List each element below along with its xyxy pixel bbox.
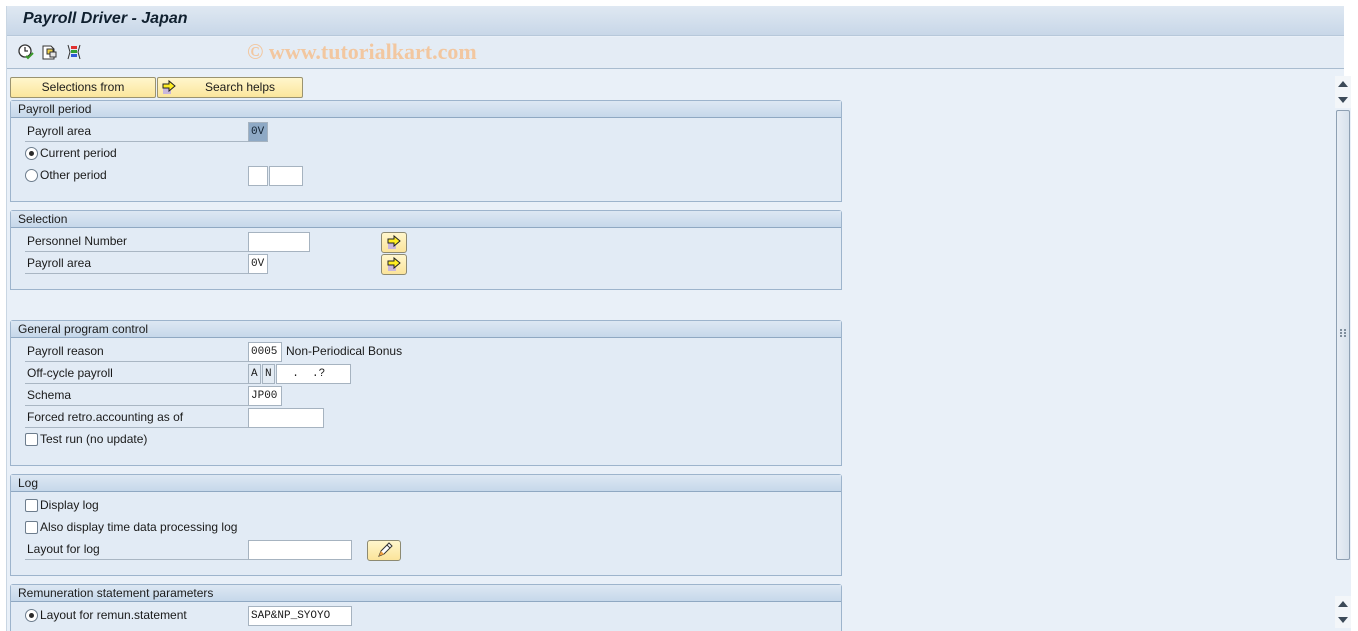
test-run-label: Test run (no update) [40, 432, 148, 446]
title-bar: Payroll Driver - Japan [7, 6, 1344, 36]
offcycle-date-field[interactable]: . .? [276, 364, 351, 384]
selection-payroll-area-row: Payroll area 0V [25, 254, 825, 275]
application-toolbar: © www.tutorialkart.com [7, 37, 1344, 69]
remun-layout-radio[interactable] [25, 609, 38, 622]
sap-window: Payroll Driver - Japan © www.tutorialkar… [6, 6, 1351, 631]
schema-row: Schema JP00 [25, 386, 825, 406]
scroll-page-up-button[interactable] [1335, 596, 1351, 612]
triangle-up-icon [1338, 81, 1348, 87]
general-program-control-title: General program control [11, 321, 841, 338]
log-title: Log [11, 475, 841, 492]
remun-layout-label: Layout for remun.statement [40, 608, 187, 622]
other-period-field-2[interactable] [269, 166, 303, 186]
edit-layout-button[interactable] [367, 540, 401, 561]
time-log-label: Also display time data processing log [40, 520, 238, 534]
search-helps-button[interactable]: Search helps [157, 77, 303, 98]
selection-options-icon[interactable] [65, 43, 83, 61]
remun-layout-field[interactable]: SAP&NP_SYOYO [248, 606, 352, 626]
execute-clock-icon[interactable] [17, 43, 35, 61]
vertical-scrollbar[interactable] [1335, 76, 1351, 631]
offcycle-row: Off-cycle payroll A N . .? [25, 364, 825, 384]
selection-title: Selection [11, 211, 841, 228]
watermark: © www.tutorialkart.com [247, 39, 477, 64]
other-period-label: Other period [40, 168, 107, 182]
personnel-number-multiple-selection-button[interactable] [381, 232, 407, 253]
grip-icon [1340, 329, 1346, 337]
payroll-reason-row: Payroll reason 0005 Non-Periodical Bonus [25, 342, 825, 362]
offcycle-label: Off-cycle payroll [25, 364, 249, 384]
log-group: Log Display log Also display time data p… [10, 474, 842, 576]
test-run-checkbox[interactable] [25, 433, 38, 446]
payroll-area-label: Payroll area [25, 122, 249, 142]
get-variant-icon[interactable] [41, 43, 59, 61]
scrollbar-thumb[interactable] [1336, 110, 1350, 560]
payroll-reason-text: Non-Periodical Bonus [286, 344, 403, 358]
window-title: Payroll Driver - Japan [23, 10, 188, 27]
search-helps-label: Search helps [204, 80, 276, 94]
remuneration-title: Remuneration statement parameters [11, 585, 841, 602]
schema-field[interactable]: JP00 [248, 386, 282, 406]
current-period-row: Current period [25, 144, 325, 164]
triangle-up-icon [1338, 601, 1348, 607]
layout-for-log-row: Layout for log [25, 540, 825, 561]
triangle-down-icon [1338, 97, 1348, 103]
triangle-down-icon [1338, 617, 1348, 623]
pencil-icon [378, 542, 393, 557]
selections-from-button[interactable]: Selections from [10, 77, 156, 98]
display-log-row: Display log [25, 496, 325, 516]
time-log-checkbox[interactable] [25, 521, 38, 534]
scroll-page-down-button[interactable] [1335, 92, 1351, 108]
payroll-area-row: Payroll area 0V [25, 122, 825, 142]
selection-payroll-area-label: Payroll area [25, 254, 249, 274]
payroll-period-group: Payroll period Payroll area 0V Current p… [10, 100, 842, 202]
other-period-radio[interactable] [25, 169, 38, 182]
time-log-row: Also display time data processing log [25, 518, 325, 538]
other-period-row: Other period [25, 166, 825, 186]
remuneration-group: Remuneration statement parameters Layout… [10, 584, 842, 631]
selections-from-label: Selections from [41, 80, 125, 94]
forced-retro-row: Forced retro.accounting as of [25, 408, 825, 428]
other-period-field-1[interactable] [248, 166, 268, 186]
arrow-right-icon [161, 79, 177, 95]
forced-retro-label: Forced retro.accounting as of [25, 408, 249, 428]
scroll-down-button[interactable] [1335, 612, 1351, 628]
payroll-period-title: Payroll period [11, 101, 841, 118]
layout-for-log-label: Layout for log [25, 540, 249, 560]
layout-for-log-field[interactable] [248, 540, 352, 560]
payroll-area-multiple-selection-button[interactable] [381, 254, 407, 275]
remun-layout-row: Layout for remun.statement SAP&NP_SYOYO [25, 606, 825, 626]
selection-payroll-area-field[interactable]: 0V [248, 254, 268, 274]
forced-retro-field[interactable] [248, 408, 324, 428]
personnel-number-label: Personnel Number [25, 232, 249, 252]
schema-label: Schema [25, 386, 249, 406]
personnel-number-row: Personnel Number [25, 232, 825, 253]
display-log-checkbox[interactable] [25, 499, 38, 512]
offcycle-n-field[interactable]: N [262, 364, 275, 384]
selection-group: Selection Personnel Number Payroll area … [10, 210, 842, 290]
display-log-label: Display log [40, 498, 99, 512]
test-run-row: Test run (no update) [25, 430, 325, 450]
payroll-reason-field[interactable]: 0005 [248, 342, 282, 362]
payroll-reason-label: Payroll reason [25, 342, 249, 362]
offcycle-a-field[interactable]: A [248, 364, 261, 384]
scroll-up-button[interactable] [1335, 76, 1351, 92]
current-period-label: Current period [40, 146, 117, 160]
payroll-area-field[interactable]: 0V [248, 122, 268, 142]
personnel-number-field[interactable] [248, 232, 310, 252]
current-period-radio[interactable] [25, 147, 38, 160]
general-program-control-group: General program control Payroll reason 0… [10, 320, 842, 466]
